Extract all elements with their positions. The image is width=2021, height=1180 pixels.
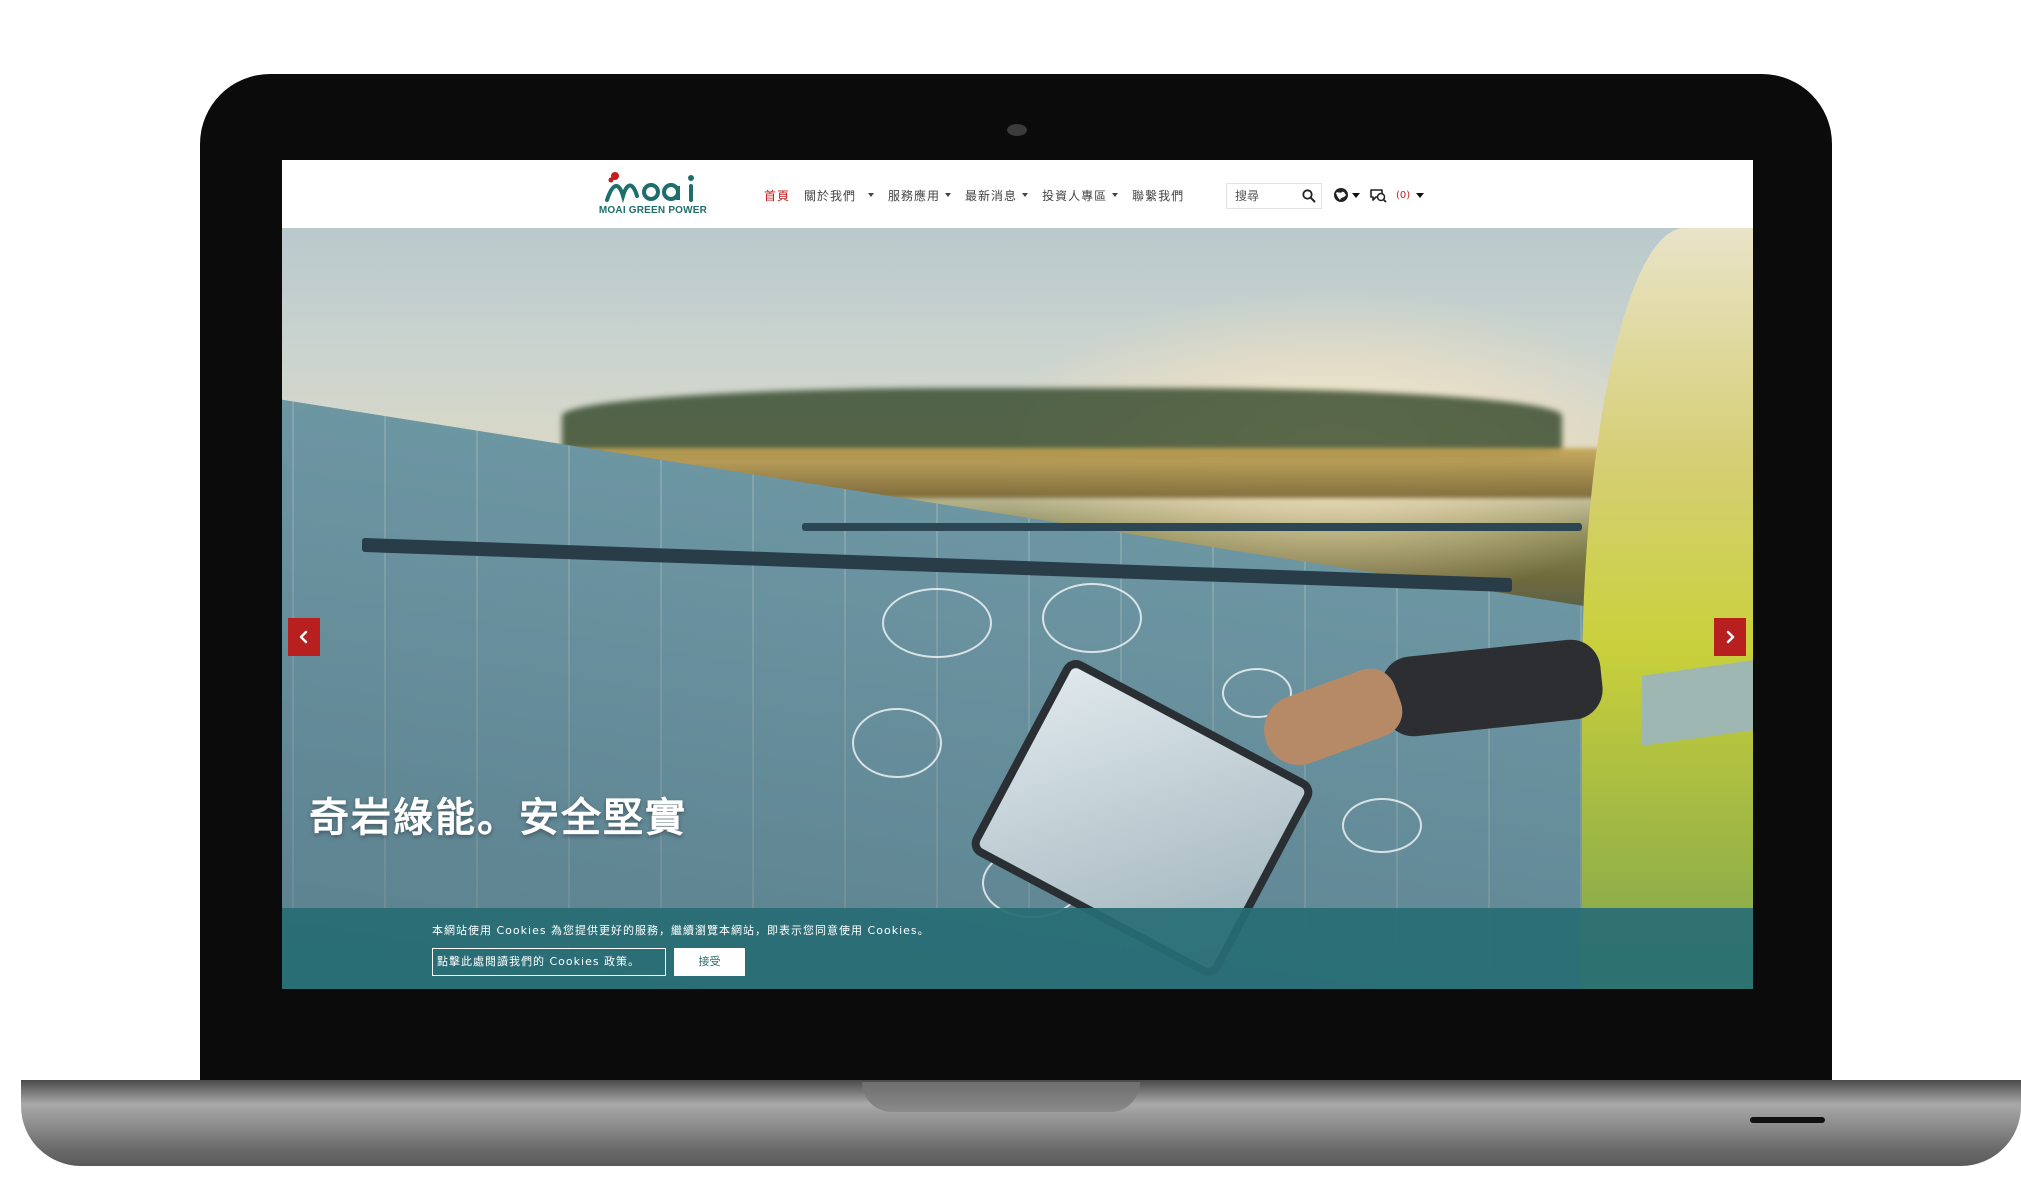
hero-worker [1582,228,1753,989]
nav-item-news[interactable]: 最新消息 [965,187,1029,204]
globe-icon [1334,188,1348,202]
laptop-mockup: MOAI GREEN POWER 首頁 關於我們 服務應用 最新消息 投資人專區… [0,0,2021,1180]
laptop-hinge-notch [862,1082,1140,1112]
nav-item-label: 最新消息 [965,188,1018,203]
inquiry-count-toggle[interactable]: (0) [1396,189,1425,201]
nav-item-label: 聯繫我們 [1132,188,1185,203]
inquiry-count: (0) [1396,189,1411,201]
nav-item-label: 首頁 [764,188,791,203]
chevron-right-icon [1726,630,1735,644]
caret-down-icon [1416,192,1425,198]
hologram-icon [1042,583,1142,653]
language-selector[interactable] [1332,186,1360,204]
webcam [1007,124,1027,136]
cookie-policy-link[interactable]: 點擊此處閱讀我們的 Cookies 政策。 [432,948,666,976]
carousel-prev-button[interactable] [288,618,320,656]
caret-down-icon [1112,193,1119,197]
logo[interactable]: MOAI GREEN POWER [593,170,713,220]
logo-mark [605,172,694,204]
hologram-icon [852,708,942,778]
main-nav: 首頁 關於我們 服務應用 最新消息 投資人專區 聯繫我們 [764,186,1198,204]
search-icon[interactable] [1301,188,1317,204]
hero-title: 奇岩綠能。安全堅實 [309,795,687,841]
caret-down-icon [1352,192,1360,198]
inquiry-icon [1370,189,1387,203]
hero-banner: 奇岩綠能。安全堅實 [282,228,1753,989]
search-input[interactable] [1235,188,1295,204]
site-header: MOAI GREEN POWER 首頁 關於我們 服務應用 最新消息 投資人專區… [282,160,1753,228]
nav-item-about[interactable]: 關於我們 [804,187,875,204]
cookie-message: 本網站使用 Cookies 為您提供更好的服務，繼續瀏覽本網站，即表示您同意使用… [432,924,930,937]
nav-item-home[interactable]: 首頁 [764,187,790,204]
nav-item-contact[interactable]: 聯繫我們 [1132,187,1184,204]
nav-item-label: 投資人專區 [1042,188,1108,203]
hologram-icon [1342,798,1422,853]
nav-item-services[interactable]: 服務應用 [888,187,952,204]
nav-item-label: 關於我們 [804,188,857,203]
laptop-screen: MOAI GREEN POWER 首頁 關於我們 服務應用 最新消息 投資人專區… [282,160,1753,989]
hero-panel-rail [802,523,1582,531]
inquiry-cart[interactable] [1369,186,1387,204]
header-utilities: (0) [1332,185,1433,205]
caret-down-icon [1022,193,1029,197]
nav-item-label: 服務應用 [888,188,941,203]
search-box [1226,183,1322,209]
laptop-vent-slot [1750,1117,1825,1123]
chevron-left-icon [299,630,308,644]
caret-down-icon [945,193,952,197]
logo-tagline: MOAI GREEN POWER [598,205,708,216]
nav-item-investors[interactable]: 投資人專區 [1042,187,1119,204]
cookie-accept-button[interactable]: 接受 [674,948,745,976]
cookie-consent-bar: 本網站使用 Cookies 為您提供更好的服務，繼續瀏覽本網站，即表示您同意使用… [282,908,1753,989]
hologram-icon [882,588,992,658]
carousel-next-button[interactable] [1714,618,1746,656]
caret-down-icon [868,193,875,197]
